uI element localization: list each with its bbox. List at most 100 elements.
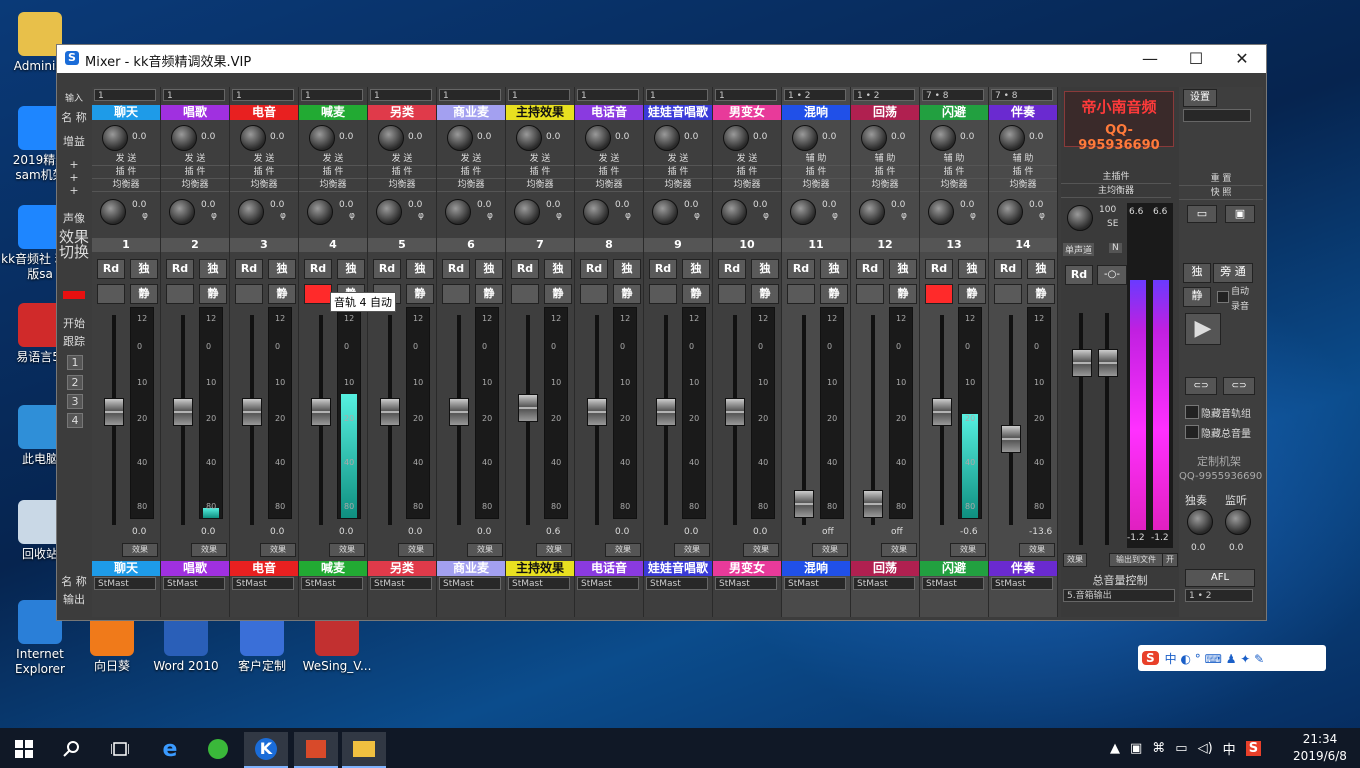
channel-name[interactable]: 聊天 — [92, 105, 160, 120]
gain-knob[interactable] — [309, 125, 335, 151]
record-button[interactable] — [718, 284, 746, 304]
start-label[interactable]: 开始 — [57, 315, 91, 331]
eq-row[interactable]: 均衡器 — [161, 179, 229, 192]
mute-button[interactable]: 静 — [1027, 284, 1055, 304]
channel-name[interactable]: 另类 — [368, 105, 436, 120]
input-select[interactable]: 1 — [646, 89, 708, 101]
output-select[interactable]: StMast — [715, 577, 777, 590]
open-button[interactable]: 开 — [1162, 553, 1178, 567]
pan-knob[interactable] — [169, 199, 195, 225]
channel-name[interactable]: 回荡 — [851, 105, 919, 120]
input-select[interactable]: 1 — [94, 89, 156, 101]
pan-knob[interactable] — [100, 199, 126, 225]
solo-button[interactable]: 独 — [130, 259, 158, 279]
mute-button[interactable]: 静 — [682, 284, 710, 304]
solo-button[interactable]: 独 — [958, 259, 986, 279]
save-icon[interactable]: ▣ — [1225, 205, 1255, 223]
eq-row[interactable]: 均衡器 — [92, 179, 160, 192]
pan-knob[interactable] — [376, 199, 402, 225]
rd-button[interactable]: Rd — [166, 259, 194, 279]
pan-knob[interactable] — [238, 199, 264, 225]
eq-row[interactable]: 均衡器 — [437, 179, 505, 192]
send-row[interactable]: 发 送 — [299, 153, 367, 166]
mute-button[interactable]: 静 — [613, 284, 641, 304]
channel-name[interactable]: 娃娃音唱歌 — [644, 105, 712, 120]
volume-fader[interactable] — [725, 397, 745, 426]
hide-master-checkbox[interactable] — [1185, 425, 1199, 439]
plugin-row[interactable]: 插 件 — [782, 166, 850, 179]
pan-knob[interactable] — [445, 199, 471, 225]
plugin-row[interactable]: 插 件 — [92, 166, 160, 179]
output-select[interactable]: StMast — [577, 577, 639, 590]
effect-button[interactable]: 效果 — [329, 543, 365, 557]
mute-button[interactable]: 静 — [544, 284, 572, 304]
send-row[interactable]: 发 送 — [92, 153, 160, 166]
rd-button[interactable]: Rd — [925, 259, 953, 279]
global-mute-button[interactable]: 静 — [1183, 287, 1211, 307]
pan-knob[interactable] — [514, 199, 540, 225]
channel-name[interactable]: 喊麦 — [299, 105, 367, 120]
master-fader-right[interactable] — [1098, 349, 1118, 377]
effect-button[interactable]: 效果 — [536, 543, 572, 557]
gain-knob[interactable] — [792, 125, 818, 151]
gain-knob[interactable] — [930, 125, 956, 151]
start-icon[interactable] — [2, 732, 46, 766]
solo-button[interactable]: 独 — [475, 259, 503, 279]
desktop-icon[interactable]: WeSing_V... — [297, 612, 377, 674]
sogou-tray-icon[interactable]: S — [1245, 740, 1262, 756]
solo-button[interactable]: 独 — [268, 259, 296, 279]
record-button[interactable] — [994, 284, 1022, 304]
solo-button[interactable]: 独 — [751, 259, 779, 279]
send-row[interactable]: 发 送 — [437, 153, 505, 166]
eq-row[interactable]: 均衡器 — [299, 179, 367, 192]
rd-button[interactable]: Rd — [856, 259, 884, 279]
kk-taskbar-icon[interactable]: K — [244, 732, 288, 768]
input-select[interactable]: 7 • 8 — [922, 89, 984, 101]
pan-knob[interactable] — [583, 199, 609, 225]
volume-fader[interactable] — [932, 397, 952, 426]
link-left-icon[interactable]: ⊂⊃ — [1185, 377, 1217, 395]
input-select[interactable]: 1 — [577, 89, 639, 101]
volume-fader[interactable] — [104, 397, 124, 426]
effect-button[interactable]: 效果 — [122, 543, 158, 557]
effect-button[interactable]: 效果 — [950, 543, 986, 557]
gain-knob[interactable] — [654, 125, 680, 151]
phase-icon[interactable]: φ — [349, 211, 355, 221]
mute-button[interactable]: 静 — [130, 284, 158, 304]
gain-knob[interactable] — [102, 125, 128, 151]
reset-button[interactable]: 重 置 — [1179, 173, 1263, 186]
eq-row[interactable]: 均衡器 — [368, 179, 436, 192]
master-effect-button[interactable]: 效果 — [1063, 553, 1087, 567]
phase-icon[interactable]: φ — [556, 211, 562, 221]
channel-name[interactable]: 伴奏 — [989, 105, 1057, 120]
plugin-row[interactable]: 插 件 — [368, 166, 436, 179]
send-row[interactable]: 辅 助 — [782, 153, 850, 166]
output-select[interactable]: StMast — [922, 577, 984, 590]
send-row[interactable]: 发 送 — [161, 153, 229, 166]
rd-button[interactable]: Rd — [787, 259, 815, 279]
output-select[interactable]: StMast — [991, 577, 1053, 590]
eq-row[interactable]: 均衡器 — [782, 179, 850, 192]
volume-fader[interactable] — [587, 397, 607, 426]
record-button[interactable] — [304, 284, 332, 304]
group-button-3[interactable]: 3 — [67, 394, 83, 409]
search-icon[interactable] — [50, 732, 94, 766]
main-plugin-label[interactable]: 主插件 — [1061, 171, 1171, 184]
desktop-icon[interactable]: Word 2010 — [146, 612, 226, 674]
input-select[interactable]: 1 • 2 — [784, 89, 846, 101]
plus-plugin[interactable]: + — [57, 171, 91, 184]
effect-button[interactable]: 效果 — [605, 543, 641, 557]
effect-switch-label[interactable]: 效果切换 — [57, 230, 91, 260]
volume-fader[interactable] — [1001, 425, 1021, 454]
rd-button[interactable]: Rd — [994, 259, 1022, 279]
ime-tools[interactable]: 中 ◐ ° ⌨ ♟ ✦ ✎ — [1165, 650, 1265, 667]
plugin-row[interactable]: 插 件 — [851, 166, 919, 179]
folder-icon[interactable]: ▭ — [1187, 205, 1217, 223]
channel-name[interactable]: 闪避 — [920, 105, 988, 120]
send-row[interactable]: 发 送 — [644, 153, 712, 166]
output-select[interactable]: StMast — [646, 577, 708, 590]
plugin-row[interactable]: 插 件 — [299, 166, 367, 179]
volume-fader[interactable] — [380, 397, 400, 426]
pan-knob[interactable] — [721, 199, 747, 225]
effect-button[interactable]: 效果 — [1019, 543, 1055, 557]
